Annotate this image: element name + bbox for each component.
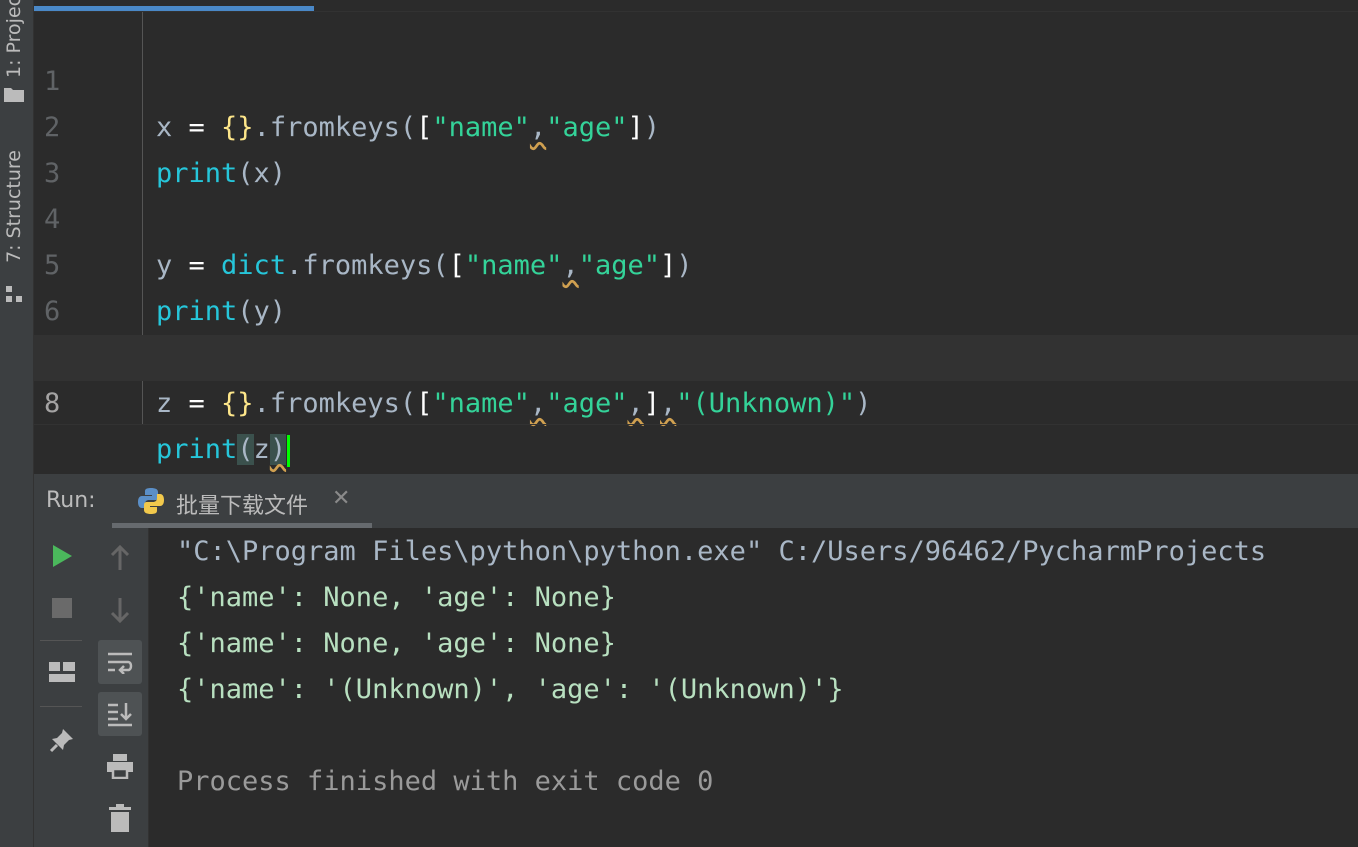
ide-window: 1: Project 7: Structure 1 x = {}.fromkey… (0, 0, 1358, 847)
console-line: {'name': None, 'age': None} (177, 582, 616, 613)
arrow-up-icon (110, 545, 130, 570)
toolbar-separator (40, 640, 82, 641)
code-line-5[interactable]: 5 print(y) (34, 197, 1358, 327)
rerun-button[interactable] (40, 534, 84, 578)
down-stack-button[interactable] (98, 588, 142, 632)
printer-icon (107, 754, 133, 779)
console-line-command: "C:\Program Files\python\python.exe" C:/… (177, 536, 1267, 567)
python-icon (138, 488, 164, 514)
structure-tool-tab[interactable]: 7: Structure (3, 150, 25, 263)
console-exit-message: Process finished with exit code 0 (177, 766, 714, 797)
console-line: {'name': None, 'age': None} (177, 628, 616, 659)
up-stack-button[interactable] (98, 536, 142, 580)
run-toolbar-primary (34, 528, 90, 847)
code-text[interactable]: z = {}.fromkeys(["name","age",],"(Unknow… (156, 381, 871, 427)
code-line-1[interactable]: 1 x = {}.fromkeys(["name","age"]) (34, 13, 1358, 143)
code-line-4[interactable]: 4 y = dict.fromkeys(["name","age"]) (34, 151, 1358, 281)
code-line-7[interactable]: 7 z = {}.fromkeys(["name","age",],"(Unkn… (34, 289, 1358, 419)
run-config-tab[interactable]: 批量下载文件 ✕ (112, 474, 372, 528)
play-icon (53, 545, 72, 567)
scroll-to-end-button[interactable] (98, 692, 142, 736)
run-toolbar-secondary (90, 528, 149, 847)
stop-icon (52, 598, 72, 618)
code-line-2[interactable]: 2 print(x) (34, 59, 1358, 189)
editor-bottom-divider (34, 424, 1358, 425)
run-label: Run: (46, 488, 96, 513)
pin-icon (49, 729, 73, 753)
tab-strip-divider (34, 11, 1358, 12)
line-number: 8 (44, 388, 61, 419)
layout-icon (49, 662, 75, 682)
project-tool-tab[interactable]: 1: Project (3, 0, 25, 78)
toolbar-separator (40, 706, 82, 707)
code-text[interactable]: print(z) (156, 427, 291, 473)
code-editor[interactable]: 1 x = {}.fromkeys(["name","age"]) 2 prin… (34, 0, 1358, 472)
stop-button[interactable] (40, 586, 84, 630)
soft-wrap-button[interactable] (98, 640, 142, 684)
clear-console-button[interactable] (98, 796, 142, 840)
layout-button[interactable] (40, 650, 84, 694)
pin-tab-button[interactable] (40, 718, 84, 762)
run-tab-label: 批量下载文件 (176, 494, 309, 519)
run-panel-header: Run: 批量下载文件 ✕ (34, 473, 1358, 528)
soft-wrap-icon (108, 652, 133, 674)
code-line-8[interactable]: 8 print(z) (34, 335, 1358, 467)
run-console-output[interactable]: "C:\Program Files\python\python.exe" C:/… (149, 528, 1358, 847)
print-button[interactable] (98, 744, 142, 788)
close-icon[interactable]: ✕ (332, 486, 350, 511)
folder-icon (4, 88, 24, 102)
code-line-6[interactable]: 6 (34, 243, 1358, 327)
left-tool-strip: 1: Project 7: Structure (0, 0, 34, 847)
console-line: {'name': '(Unknown)', 'age': '(Unknown)'… (177, 674, 844, 705)
text-caret (287, 434, 291, 467)
scroll-to-end-icon (108, 703, 132, 727)
arrow-down-icon (110, 598, 130, 623)
structure-icon (6, 286, 22, 302)
code-line-3[interactable]: 3 (34, 105, 1358, 189)
trash-icon (109, 804, 131, 832)
